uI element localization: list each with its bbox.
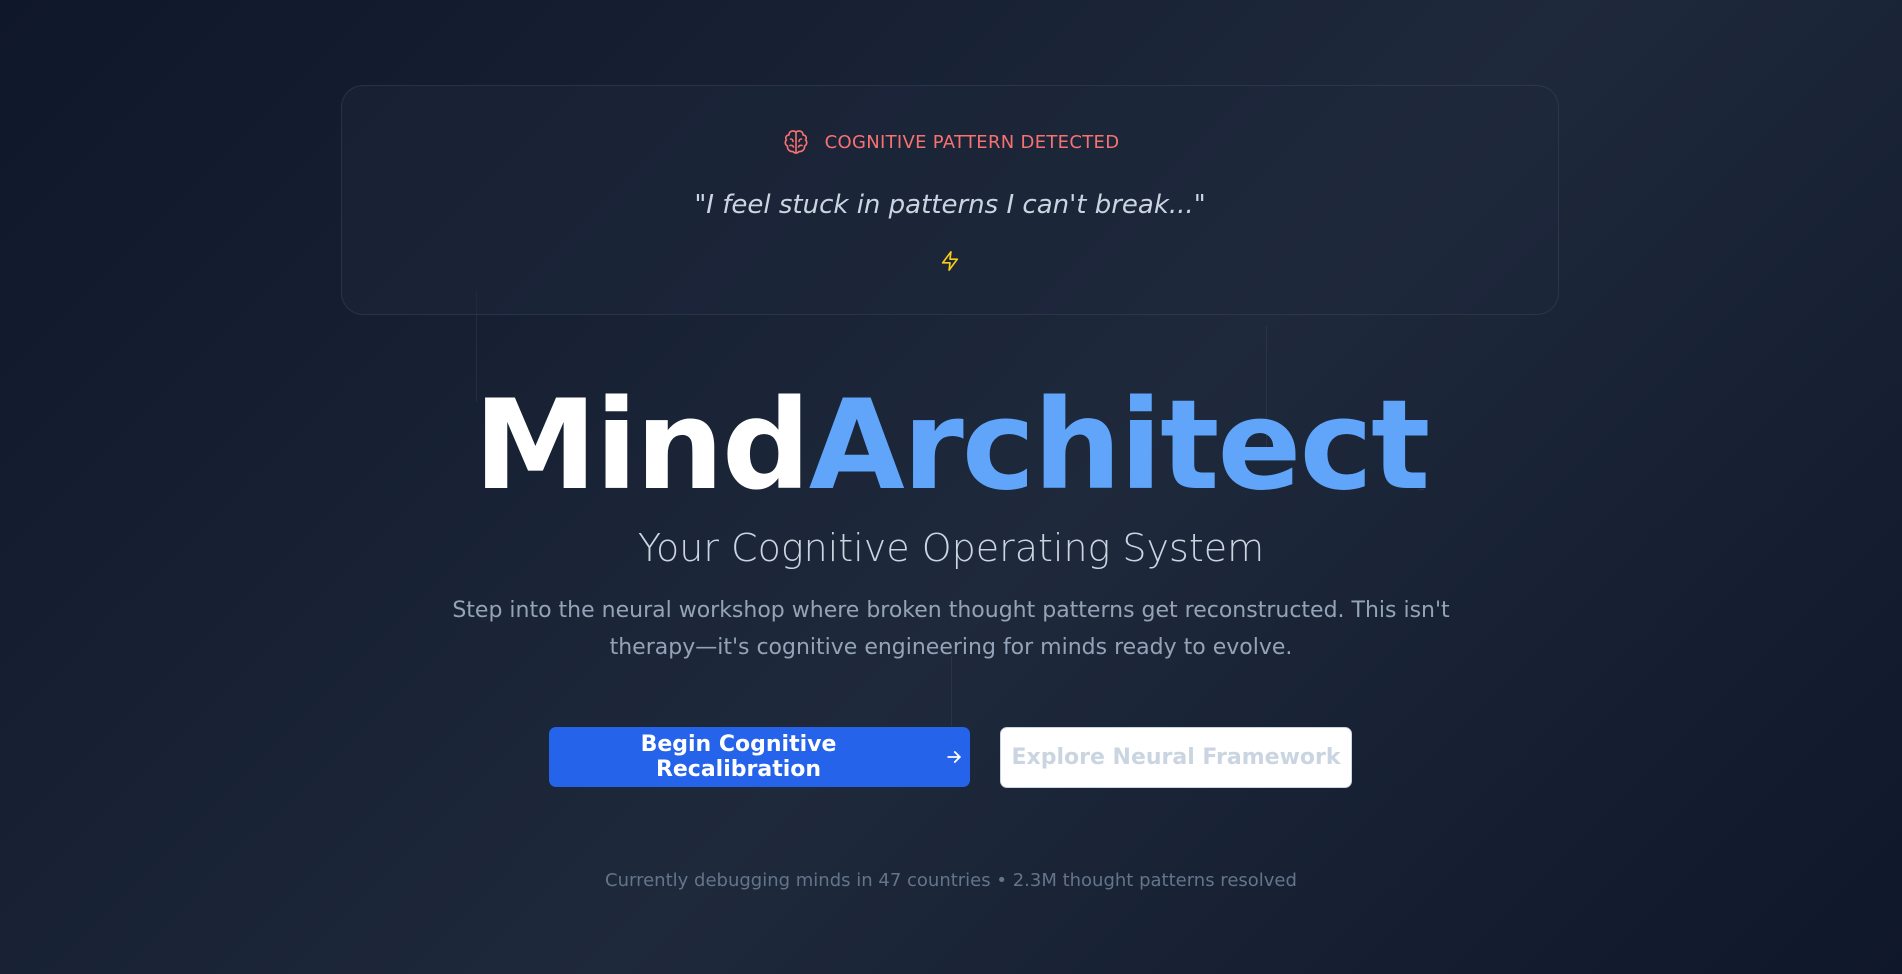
brain-icon xyxy=(781,127,811,157)
background-line xyxy=(951,656,952,726)
stats-footer: Currently debugging minds in 47 countrie… xyxy=(605,870,1297,891)
hero-title: MindArchitect xyxy=(0,376,1902,516)
hero-subtitle: Your Cognitive Operating System xyxy=(637,526,1265,570)
alert-label: COGNITIVE PATTERN DETECTED xyxy=(824,131,1120,153)
hero-title-mind: Mind xyxy=(473,374,811,518)
hero-description: Step into the neural workshop where brok… xyxy=(452,598,1450,660)
explore-framework-button[interactable]: Explore Neural Framework xyxy=(1000,727,1352,788)
explore-framework-label: Explore Neural Framework xyxy=(1011,745,1341,770)
arrow-right-icon xyxy=(944,747,964,767)
lightning-bolt-icon xyxy=(939,250,961,272)
begin-recalibration-label: Begin Cognitive Recalibration xyxy=(640,732,837,782)
cognitive-alert-card: COGNITIVE PATTERN DETECTED "I feel stuck… xyxy=(341,85,1559,315)
alert-header: COGNITIVE PATTERN DETECTED xyxy=(342,125,1558,159)
alert-quote: "I feel stuck in patterns I can't break.… xyxy=(694,190,1206,220)
hero-title-architect: Architect xyxy=(808,374,1431,518)
begin-recalibration-button[interactable]: Begin Cognitive Recalibration xyxy=(549,727,970,787)
